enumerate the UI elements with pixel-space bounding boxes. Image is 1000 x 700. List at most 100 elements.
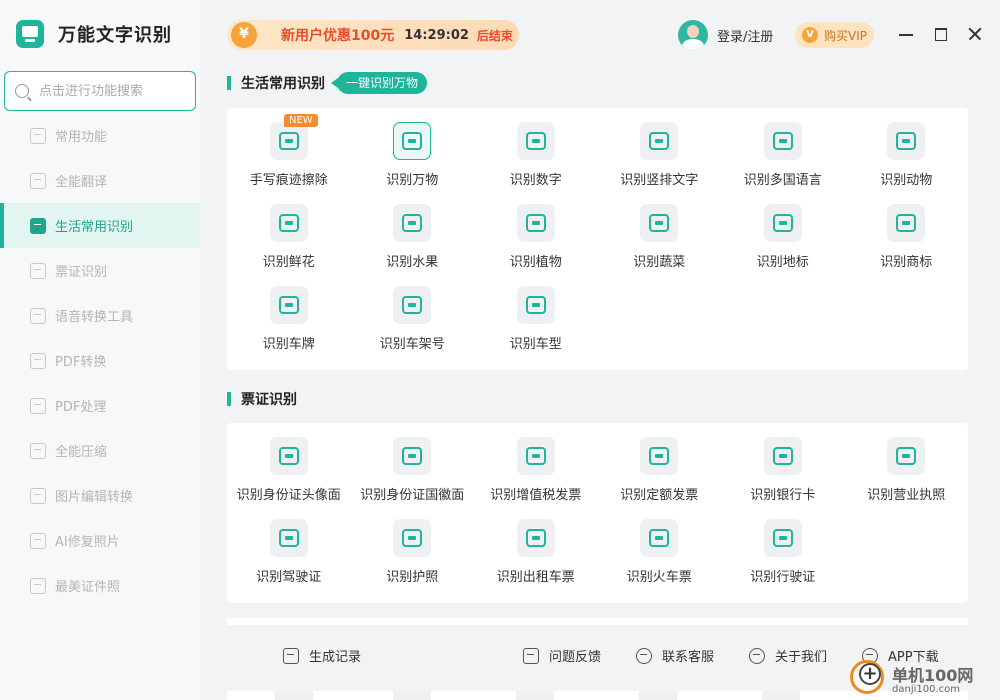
function-label: 手写痕迹擦除	[249, 173, 328, 188]
sidebar-item[interactable]: 票证识别	[0, 248, 200, 293]
function-label: 识别鲜花	[262, 255, 315, 270]
function-item[interactable]: 识别身份证头像面	[227, 423, 351, 505]
function-item[interactable]: 识别营业执照	[845, 423, 969, 505]
sidebar-item[interactable]: 全能压缩	[0, 428, 200, 473]
search-box[interactable]	[4, 71, 196, 111]
function-item[interactable]: NEW 手写痕迹擦除	[227, 108, 351, 190]
function-label: 识别地标	[756, 255, 809, 270]
sidebar-item-label: 生活常用识别	[55, 220, 134, 235]
function-item[interactable]: 识别车型	[474, 272, 598, 354]
section-title-life: 生活常用识别 一键识别万物	[227, 72, 428, 94]
login-area[interactable]: 登录/注册	[678, 20, 773, 50]
multilang-icon	[763, 122, 802, 160]
life-panel: NEW 手写痕迹擦除 识别万物 识别数字 识别竖排文字 识别多国语言 识别动物识别鲜花 识别水…	[227, 108, 968, 370]
scan-icon	[30, 127, 46, 144]
function-item[interactable]: 识别身份证国徽面	[351, 423, 475, 505]
glyph-icon	[402, 214, 423, 232]
function-label: 识别火车票	[626, 570, 692, 585]
function-item[interactable]: 识别水果	[351, 190, 475, 272]
driver-license-icon	[269, 519, 308, 557]
vegetable-icon	[640, 204, 679, 242]
digit-scan-icon	[516, 122, 555, 160]
compress-icon	[30, 442, 46, 459]
function-item[interactable]: 识别竖排文字	[598, 108, 722, 190]
function-item[interactable]: 识别地标	[721, 190, 845, 272]
function-item[interactable]: 识别商标	[845, 190, 969, 272]
function-item[interactable]: 识别蔬菜	[598, 190, 722, 272]
maximize-icon[interactable]	[932, 25, 950, 43]
function-item[interactable]: 识别车架号	[351, 272, 475, 354]
vat-invoice-icon	[516, 437, 555, 475]
function-item[interactable]: 识别植物	[474, 190, 598, 272]
section-marker	[227, 392, 231, 406]
animal-icon	[887, 122, 926, 160]
sidebar-item-label: 全能翻译	[55, 175, 108, 190]
service-button[interactable]: 联系客服	[636, 646, 714, 665]
function-label: 识别驾驶证	[256, 570, 322, 585]
function-item[interactable]: 识别多国语言	[721, 108, 845, 190]
feedback-label: 问题反馈	[549, 650, 602, 665]
sidebar-item[interactable]: 全能翻译	[0, 158, 200, 203]
function-item[interactable]: 识别数字	[474, 108, 598, 190]
function-label: 识别植物	[509, 255, 562, 270]
function-item[interactable]: 识别银行卡	[721, 423, 845, 505]
function-item[interactable]: 识别驾驶证	[227, 505, 351, 587]
feedback-button[interactable]: 问题反馈	[523, 646, 601, 665]
sidebar-item[interactable]: 常用功能	[0, 113, 200, 158]
ai-repair-icon	[30, 532, 46, 549]
avatar[interactable]	[678, 20, 708, 50]
function-item[interactable]: 识别火车票	[598, 505, 722, 587]
vin-icon	[393, 286, 432, 324]
section-title-text: 生活常用识别	[241, 76, 325, 92]
life-grid: NEW 手写痕迹擦除 识别万物 识别数字 识别竖排文字 识别多国语言 识别动物识别鲜花 识别水…	[227, 108, 968, 354]
function-item[interactable]: 识别动物	[845, 108, 969, 190]
glyph-icon	[278, 296, 299, 314]
feedback-icon	[523, 647, 539, 664]
glyph-icon	[278, 447, 299, 465]
function-item[interactable]: 识别定额发票	[598, 423, 722, 505]
close-icon[interactable]	[966, 25, 984, 43]
sidebar-item[interactable]: AI修复照片	[0, 518, 200, 563]
function-item[interactable]: 识别万物	[351, 108, 475, 190]
function-item[interactable]: 识别车牌	[227, 272, 351, 354]
sidebar-item[interactable]: 最美证件照	[0, 563, 200, 608]
function-label: 识别出租车票	[496, 570, 575, 585]
bank-card-icon	[763, 437, 802, 475]
minimize-icon[interactable]	[897, 25, 915, 43]
sidebar-item[interactable]: PDF转换	[0, 338, 200, 383]
sidebar: 万能文字识别 常用功能全能翻译生活常用识别票证识别语音转换工具 PDF转换 PDF处…	[0, 0, 200, 700]
scanner-icon	[30, 217, 46, 234]
glyph-icon	[649, 132, 670, 150]
sidebar-item-label: 票证识别	[55, 265, 108, 280]
glyph-icon	[278, 132, 299, 150]
ticket-panel: 识别身份证头像面 识别身份证国徽面 识别增值税发票 识别定额发票 识别银行卡 识别营业执照…	[227, 423, 968, 603]
login-link[interactable]: 登录/注册	[717, 26, 773, 45]
sidebar-item-label: 最美证件照	[55, 580, 121, 595]
sidebar-item[interactable]: 语音转换工具	[0, 293, 200, 338]
sidebar-item-label: PDF转换	[55, 355, 107, 370]
sidebar-item[interactable]: 图片编辑转换	[0, 473, 200, 518]
function-label: 识别动物	[880, 173, 933, 188]
function-item[interactable]: 识别行驶证	[721, 505, 845, 587]
sidebar-item[interactable]: PDF处理	[0, 383, 200, 428]
id-back-icon	[393, 437, 432, 475]
sidebar-item-label: 图片编辑转换	[55, 490, 134, 505]
train-ticket-icon	[640, 519, 679, 557]
buy-vip-button[interactable]: V 购买VIP	[795, 22, 874, 48]
search-input[interactable]	[39, 83, 179, 99]
function-item[interactable]: 识别出租车票	[474, 505, 598, 587]
promo-banner[interactable]: 新用户优惠100元 14:29:02 后结束	[227, 20, 519, 50]
function-item[interactable]: 识别鲜花	[227, 190, 351, 272]
history-button[interactable]: 生成记录	[283, 646, 361, 665]
function-label: 识别车架号	[379, 337, 445, 352]
sidebar-item-label: PDF处理	[55, 400, 107, 415]
id-photo-icon	[30, 577, 46, 594]
function-item[interactable]: 识别增值税发票	[474, 423, 598, 505]
glyph-icon	[402, 447, 423, 465]
glyph-icon	[772, 447, 793, 465]
glyph-icon	[896, 214, 917, 232]
sidebar-item[interactable]: 生活常用识别	[0, 203, 200, 248]
function-label: 识别商标	[880, 255, 933, 270]
function-item[interactable]: 识别护照	[351, 505, 475, 587]
about-button[interactable]: 关于我们	[749, 646, 827, 665]
